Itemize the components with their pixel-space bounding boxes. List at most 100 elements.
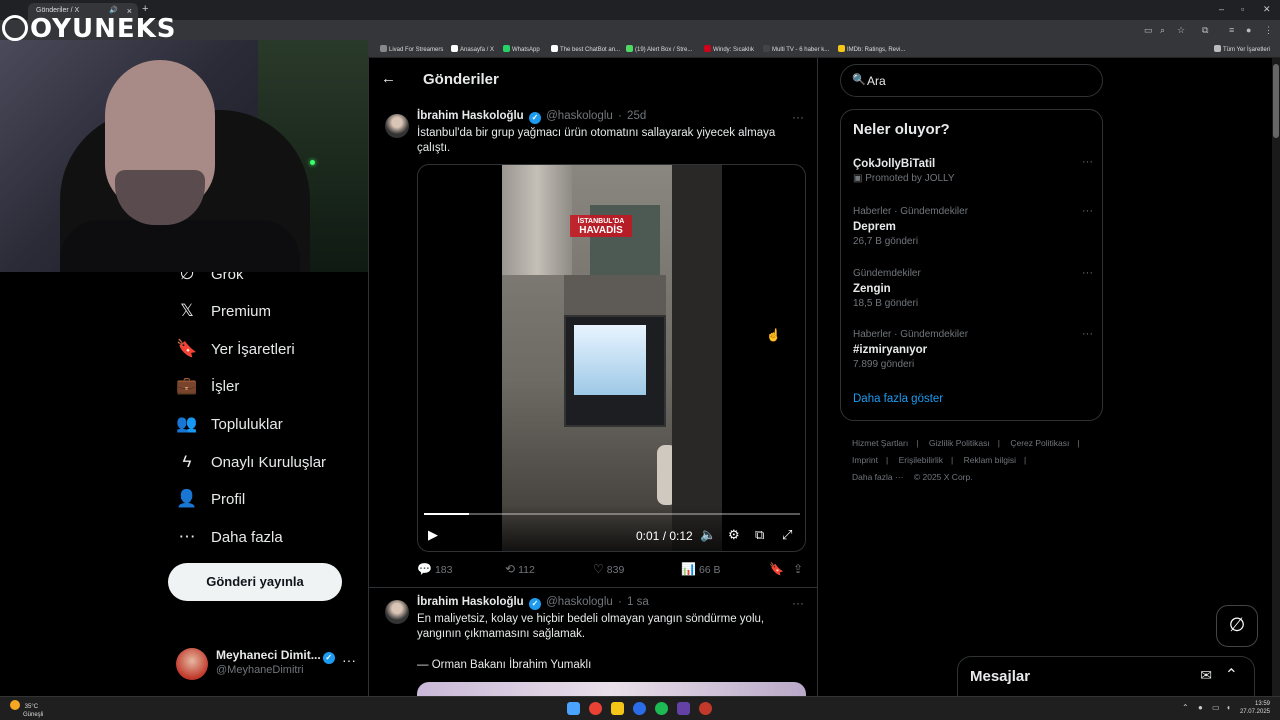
like-button[interactable]: ♡ 839 [593,562,624,576]
share-icon: ⇪ [793,562,804,576]
spotify-icon[interactable] [655,702,668,715]
network-icon[interactable]: ▭ [1212,703,1220,712]
system-clock[interactable]: 13:59 27.07.2025 [1240,700,1270,716]
tweet-image[interactable] [417,682,806,696]
fullscreen-icon[interactable]: ⤢ [782,527,792,543]
edge-icon[interactable] [633,702,646,715]
nav-item-more[interactable]: ⋯ Daha fazla [176,524,283,550]
bookmark-item[interactable]: The best ChatBot an... [551,45,620,53]
expand-icon[interactable]: ⌃ [1225,665,1238,685]
more-icon[interactable]: ··· [1082,328,1093,340]
footer-link[interactable]: Reklam bilgisi [964,455,1016,465]
mic-icon[interactable]: ● [1198,703,1203,712]
back-arrow-icon[interactable]: ← [381,70,396,87]
scrollbar[interactable] [1272,58,1280,696]
footer-sep: | [1024,455,1027,465]
tray-chevron-icon[interactable]: ⌃ [1182,703,1189,712]
maximize-icon[interactable]: ▫ [1241,4,1244,14]
more-icon[interactable]: ··· [1082,205,1093,217]
more-icon[interactable]: ··· [1082,267,1093,279]
reply-button[interactable]: 💬 183 [417,562,452,576]
show-more-link[interactable]: Daha fazla göster [853,393,943,405]
share-button[interactable]: ⇪ [793,562,806,576]
media-icon[interactable]: ≡ [1229,25,1234,35]
nav-item-communities[interactable]: 👥 Topluluklar [176,411,282,437]
bookmark-item[interactable]: Windy: Sıcaklık [704,45,754,53]
star-icon[interactable]: ☆ [1177,25,1185,36]
extensions-icon[interactable]: ⧉ [1202,25,1208,36]
all-bookmarks[interactable]: Tüm Yer İşaretleri [1214,45,1270,53]
search-input[interactable]: 🔍 Ara [840,64,1103,97]
bookmark-favicon-icon [503,45,510,52]
verified-badge-icon: ✓ [322,652,335,664]
trend-item[interactable]: Haberler · Gündemdekiler Deprem 26,7 B g… [853,205,1093,249]
footer-link[interactable]: Çerez Politikası [1010,438,1069,448]
play-icon[interactable]: ▶ [428,527,438,543]
menu-icon[interactable]: ⋮ [1264,25,1273,36]
nav-item-bookmarks[interactable]: 🔖 Yer İşaretleri [176,336,294,362]
address-bar[interactable]: ▭ ⌕ ☆ ⧉ ≡ ● ⋮ [0,20,1280,42]
weather-widget[interactable]: 35°C Güneşli [10,700,43,719]
footer-link[interactable]: Erişilebilirlik [899,455,943,465]
close-window-icon[interactable]: ✕ [1263,4,1271,15]
volume-icon[interactable]: ◖ [1226,703,1231,712]
messages-drawer[interactable]: Mesajlar ✉ ⌃ [957,656,1255,696]
minimize-icon[interactable]: – [1219,4,1224,14]
more-icon[interactable]: ··· [792,110,804,124]
trend-item[interactable]: ÇokJollyBiTatil ▣ Promoted by JOLLY ··· [853,156,1093,186]
nav-item-premium[interactable]: 𝕏 Premium [176,298,271,324]
chrome-icon[interactable] [589,702,602,715]
cast-icon[interactable]: ▭ [1144,25,1153,36]
profile-icon[interactable]: ● [1246,25,1251,35]
file-explorer-icon[interactable] [611,702,624,715]
twitch-icon[interactable] [677,702,690,715]
speaker-icon[interactable]: 🔊 [109,6,118,14]
footer-link[interactable]: Hizmet Şartları [852,438,908,448]
nav-item-verified-orgs[interactable]: ϟ Onaylı Kuruluşlar [176,449,327,475]
footer-link[interactable]: Gizlilik Politikası [929,438,990,448]
nav-item-jobs[interactable]: 💼 İşler [176,373,239,399]
bookmark-item[interactable]: Anasayfa / X [451,45,494,53]
video-player[interactable]: İSTANBUL'DA HAVADİS ▶ 0:01 / 0:12 🔈 ⚙ ⧉ ⤢ [417,164,806,552]
volume-icon[interactable]: 🔈 [700,527,716,543]
more-icon[interactable]: ··· [1082,156,1093,168]
footer-link[interactable]: Imprint [852,455,878,465]
views-button[interactable]: 📊 66 B [681,562,721,576]
zoom-icon[interactable]: ⌕ [1160,25,1165,36]
author-name[interactable]: İbrahim Haskoloğlu [417,596,524,608]
bookmark-item[interactable]: (19) Alert Box / Stre... [626,45,692,53]
author-handle[interactable]: @haskologlu [546,596,613,608]
pip-icon[interactable]: ⧉ [755,527,764,543]
nav-item-profile[interactable]: 👤 Profil [176,486,245,512]
avatar[interactable] [385,600,409,624]
trend-item[interactable]: Gündemdekiler Zengin 18,5 B gönderi ··· [853,267,1093,311]
footer-sep: | [1077,438,1080,448]
scrollbar-thumb[interactable] [1273,64,1279,138]
post-button[interactable]: Gönderi yayınla [168,563,342,601]
bookmark-item[interactable]: Multi TV - 6 haber k... [763,45,829,53]
grok-button[interactable]: ∅ [1216,605,1258,647]
bookmark-item[interactable]: IMDb: Ratings, Revi... [838,45,905,53]
tweet-time[interactable]: 25d [627,110,646,122]
bookmark-button[interactable]: 🔖 [769,562,787,576]
author-name[interactable]: İbrahim Haskoloğlu [417,110,524,122]
app-icon[interactable] [699,702,712,715]
repost-button[interactable]: ⟲ 112 [505,562,535,576]
new-message-icon[interactable]: ✉ [1200,667,1212,684]
bookmark-item[interactable]: Livad For Streamers [380,45,443,53]
video-progress-bar[interactable] [424,513,800,515]
more-icon[interactable]: ··· [792,596,804,610]
author-handle[interactable]: @haskologlu [546,110,613,122]
account-switcher[interactable]: Meyhaneci Dimit... ✓ @MeyhaneDimitri ··· [176,646,356,682]
avatar[interactable] [385,114,409,138]
footer-link[interactable]: Daha fazla ··· [852,472,904,482]
settings-icon[interactable]: ⚙ [728,527,740,543]
more-icon[interactable]: ··· [342,652,356,668]
start-icon[interactable] [567,702,580,715]
tweet[interactable]: İbrahim Haskoloğlu ✓ @haskologlu · 1 sa … [369,588,817,696]
bookmark-item[interactable]: WhatsApp [503,45,540,53]
tweet-time[interactable]: 1 sa [627,596,649,608]
trend-item[interactable]: Haberler · Gündemdekiler #izmiryanıyor 7… [853,328,1093,372]
bookmark-favicon-icon [380,45,387,52]
sun-icon [10,700,20,710]
